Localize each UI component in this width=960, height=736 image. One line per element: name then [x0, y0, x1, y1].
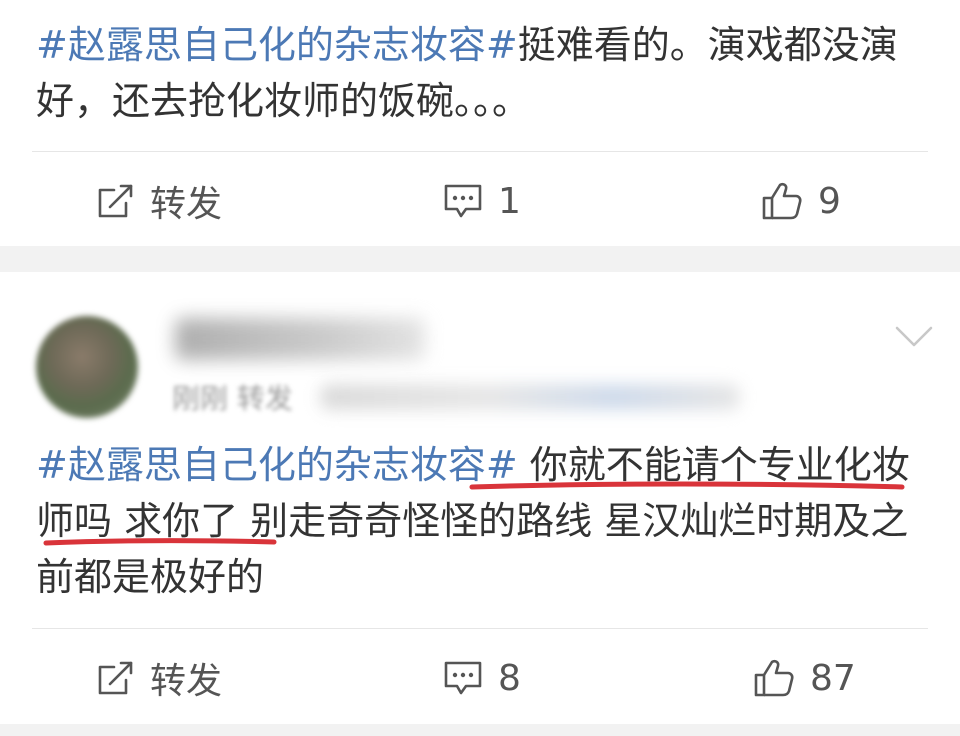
repost-button[interactable]: 转发 [96, 653, 222, 703]
like-icon [752, 657, 796, 699]
comment-button[interactable]: 8 [442, 653, 521, 703]
comment-count: 8 [498, 657, 521, 699]
like-button[interactable]: 87 [752, 653, 856, 703]
comment-icon [442, 658, 484, 698]
divider [32, 628, 928, 629]
like-count: 87 [810, 657, 856, 699]
repost-icon [96, 658, 136, 698]
annotation-underline [43, 481, 905, 546]
repost-label: 转发 [150, 661, 223, 702]
